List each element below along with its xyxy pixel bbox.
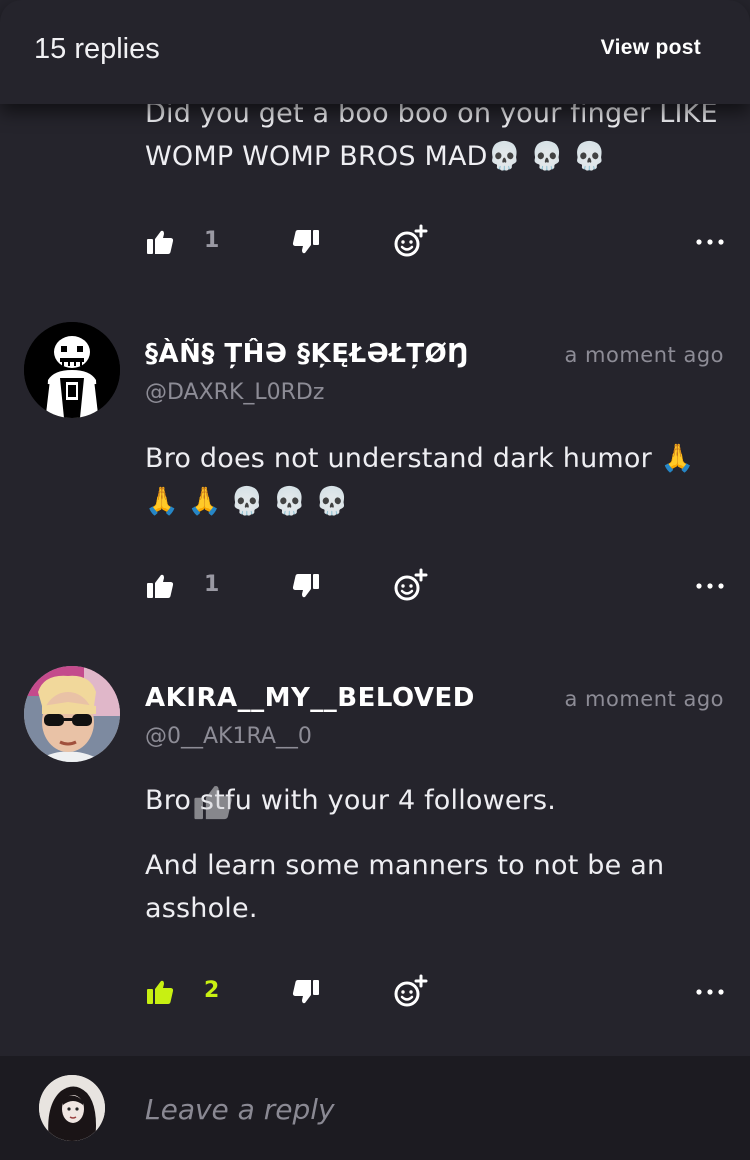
comment-body: Bro stfu with your 4 followers. And lear… xyxy=(145,779,735,930)
more-options-button[interactable] xyxy=(690,222,730,262)
author-name[interactable]: §ÀÑ§ ȚĤƏ §ĶĘŁƏŁȚØŊ xyxy=(145,339,470,369)
more-icon xyxy=(696,239,724,245)
replies-count-title: 15 replies xyxy=(34,33,160,65)
comment-actions: 1 xyxy=(0,222,750,262)
comment-text: Bro does not understand dark humor 🙏 🙏 🙏… xyxy=(145,443,695,517)
avatar[interactable] xyxy=(24,666,120,762)
thumbs-down-icon xyxy=(292,980,319,1004)
add-reaction-button[interactable] xyxy=(390,566,430,606)
skeleton-avatar-image xyxy=(24,322,120,418)
add-reaction-icon xyxy=(394,568,428,601)
author-handle[interactable]: @DAXRK_L0RDz xyxy=(145,380,324,405)
replies-screen: Did you get a boo boo on your finger LIK… xyxy=(0,0,750,1160)
more-icon xyxy=(696,583,724,589)
comment-body: Bro does not understand dark humor 🙏 🙏 🙏… xyxy=(145,437,735,523)
add-reaction-icon xyxy=(394,974,428,1007)
thumbs-down-icon xyxy=(292,574,319,598)
current-user-avatar[interactable] xyxy=(39,1075,105,1141)
add-reaction-button[interactable] xyxy=(390,222,430,262)
dislike-button[interactable] xyxy=(288,566,324,606)
thumbs-up-icon xyxy=(147,230,174,254)
author-handle[interactable]: @0__AK1RA__0 xyxy=(145,724,312,749)
like-count: 1 xyxy=(204,572,220,597)
view-post-button[interactable]: View post xyxy=(601,36,701,60)
user-photo-avatar-image xyxy=(24,666,120,762)
like-count: 1 xyxy=(204,228,220,253)
comment-actions: 2 xyxy=(0,972,750,1012)
like-button[interactable] xyxy=(142,972,178,1012)
add-reaction-icon xyxy=(394,224,428,257)
like-button[interactable] xyxy=(142,222,178,262)
replies-feed: Did you get a boo boo on your finger LIK… xyxy=(0,0,750,1160)
comment-text: Did you get a boo boo on your finger LIK… xyxy=(145,98,718,172)
thumbs-up-animation-icon xyxy=(194,786,232,820)
thumbs-up-icon xyxy=(147,980,174,1004)
thumbs-down-icon xyxy=(292,230,319,254)
timestamp: a moment ago xyxy=(564,343,724,367)
timestamp: a moment ago xyxy=(564,687,724,711)
dislike-button[interactable] xyxy=(288,972,324,1012)
like-button[interactable] xyxy=(142,566,178,606)
author-name[interactable]: AKIRA__MY__BELOVED xyxy=(145,683,475,713)
reply-input[interactable] xyxy=(145,1092,705,1126)
avatar[interactable] xyxy=(24,322,120,418)
current-user-avatar-image xyxy=(39,1075,105,1141)
comment-text: And learn some manners to not be an assh… xyxy=(145,850,665,924)
more-icon xyxy=(696,989,724,995)
like-count: 2 xyxy=(204,978,220,1003)
more-options-button[interactable] xyxy=(690,972,730,1012)
replies-header: 15 replies View post xyxy=(0,0,750,104)
thumbs-up-icon xyxy=(147,574,174,598)
reply-bar xyxy=(0,1056,750,1160)
comment-actions: 1 xyxy=(0,566,750,606)
comment-text: Bro stfu with your 4 followers. xyxy=(145,785,557,816)
more-options-button[interactable] xyxy=(690,566,730,606)
dislike-button[interactable] xyxy=(288,222,324,262)
add-reaction-button[interactable] xyxy=(390,972,430,1012)
comment-body: Did you get a boo boo on your finger LIK… xyxy=(145,92,735,178)
